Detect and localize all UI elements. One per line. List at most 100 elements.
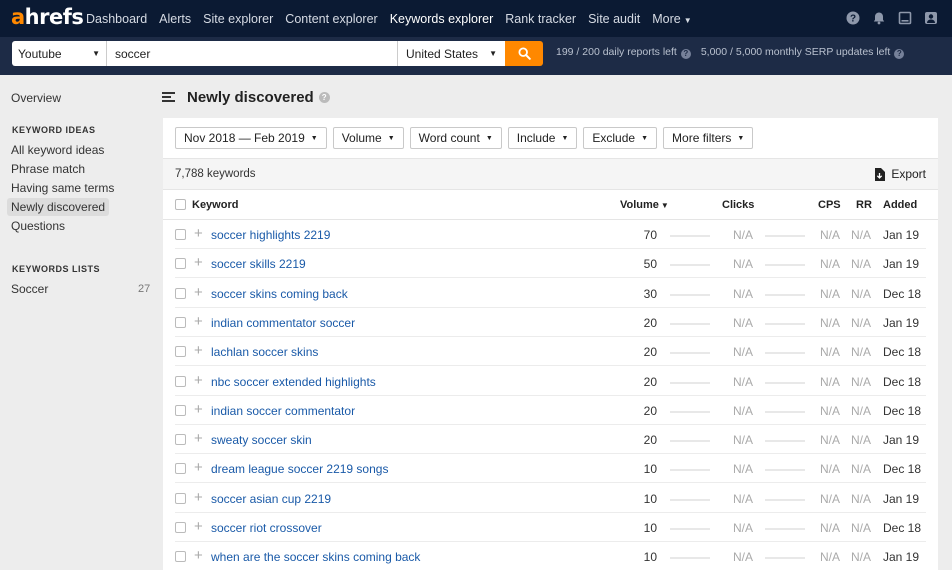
nav-item-content-explorer[interactable]: Content explorer [285, 12, 377, 26]
nav-item-site-explorer[interactable]: Site explorer [203, 12, 273, 26]
table-row: + indian soccer commentator 20 N/A N/A N/A Dec… [163, 396, 938, 425]
clicks-bar [765, 322, 805, 325]
menu-icon[interactable] [162, 92, 175, 102]
nav-item-more[interactable]: More ▼ [652, 12, 691, 26]
add-to-list-icon[interactable]: + [194, 431, 203, 446]
row-checkbox[interactable] [175, 551, 186, 563]
keyword-link[interactable]: when are the soccer skins coming back [211, 550, 420, 564]
help-icon[interactable]: ? [846, 11, 860, 25]
sidebar-item-phrase-match[interactable]: Phrase match [11, 162, 85, 176]
rr-value: N/A [851, 257, 872, 272]
row-checkbox[interactable] [175, 258, 186, 270]
monitor-icon[interactable] [898, 11, 912, 25]
column-added[interactable]: Added [883, 199, 917, 211]
volume-value: 30 [643, 286, 657, 301]
keyword-link[interactable]: sweaty soccer skin [211, 433, 312, 447]
exclude-filter[interactable]: Exclude ▼ [583, 127, 658, 149]
rr-value: N/A [851, 286, 872, 301]
keyword-link[interactable]: dream league soccer 2219 songs [211, 462, 388, 476]
row-checkbox[interactable] [175, 375, 186, 387]
search-mode-select[interactable]: Youtube ▼ [12, 41, 106, 66]
search-button[interactable] [505, 41, 543, 66]
keyword-link[interactable]: soccer skills 2219 [211, 257, 306, 271]
select-all-checkbox[interactable] [175, 199, 186, 210]
keyword-link[interactable]: nbc soccer extended highlights [211, 375, 376, 389]
add-to-list-icon[interactable]: + [194, 373, 203, 388]
sidebar-item-having-same-terms[interactable]: Having same terms [11, 181, 114, 195]
more-filters-button[interactable]: More filters ▼ [663, 127, 754, 149]
volume-filter[interactable]: Volume ▼ [332, 127, 404, 149]
nav-item-label: Site explorer [203, 11, 274, 26]
row-checkbox[interactable] [175, 463, 186, 475]
sidebar-item-questions[interactable]: Questions [11, 219, 65, 233]
include-filter[interactable]: Include ▼ [507, 127, 578, 149]
rr-value: N/A [851, 403, 872, 418]
row-checkbox[interactable] [175, 522, 186, 533]
add-to-list-icon[interactable]: + [194, 255, 203, 270]
clicks-bar [765, 440, 805, 443]
sidebar-item-overview[interactable]: Overview [11, 91, 61, 105]
help-icon[interactable]: ? [680, 49, 691, 59]
country-select[interactable]: United States ▼ [397, 41, 505, 66]
sidebar-item-list-soccer[interactable]: Soccer [11, 282, 48, 296]
add-to-list-icon[interactable]: + [194, 285, 203, 300]
keyword-link[interactable]: soccer riot crossover [211, 521, 322, 535]
keyword-link[interactable]: soccer skins coming back [211, 287, 348, 301]
table-row: + soccer highlights 2219 70 N/A N/A N/A Jan 19 [163, 220, 938, 249]
nav-item-keywords-explorer[interactable]: Keywords explorer [390, 12, 494, 26]
column-volume[interactable]: Volume ▼ [620, 199, 669, 211]
keyword-link[interactable]: lachlan soccer skins [211, 345, 318, 359]
column-keyword[interactable]: Keyword [192, 199, 238, 211]
sidebar-item-all-keyword-ideas[interactable]: All keyword ideas [11, 143, 104, 157]
row-checkbox[interactable] [175, 434, 186, 446]
add-to-list-icon[interactable]: + [194, 343, 203, 358]
rr-value: N/A [851, 491, 872, 506]
clicks-value: N/A [733, 521, 754, 535]
keyword-link[interactable]: indian commentator soccer [211, 316, 355, 330]
nav-item-dashboard[interactable]: Dashboard [86, 12, 147, 26]
country-value: United States [406, 46, 479, 61]
column-clicks[interactable]: Clicks [722, 199, 754, 211]
row-checkbox[interactable] [175, 229, 186, 240]
row-checkbox[interactable] [175, 492, 186, 504]
row-checkbox[interactable] [175, 404, 186, 416]
column-cps[interactable]: CPS [818, 199, 841, 211]
add-to-list-icon[interactable]: + [194, 460, 203, 475]
table-row: + dream league soccer 2219 songs 10 N/A N/A N… [163, 454, 938, 484]
help-icon[interactable]: ? [894, 49, 905, 59]
keyword-link[interactable]: soccer asian cup 2219 [211, 492, 331, 506]
account-icon[interactable] [924, 11, 938, 25]
bell-icon[interactable] [872, 11, 886, 25]
keyword-link[interactable]: indian soccer commentator [211, 404, 355, 418]
row-checkbox[interactable] [175, 346, 186, 358]
sidebar: Overview KEYWORD IDEAS All keyword ideas… [0, 75, 160, 570]
date-range-filter[interactable]: Nov 2018 — Feb 2019 ▼ [175, 127, 327, 149]
cps-value: N/A [820, 462, 841, 477]
export-button[interactable]: Export [874, 167, 926, 181]
caret-down-icon: ▼ [489, 49, 497, 58]
help-icon[interactable]: ? [318, 91, 330, 103]
column-rr[interactable]: RR [856, 199, 872, 211]
row-checkbox[interactable] [175, 316, 186, 328]
nav-item-label: Dashboard [86, 11, 148, 26]
sidebar-item-newly-discovered[interactable]: Newly discovered [7, 198, 110, 216]
add-to-list-icon[interactable]: + [194, 226, 203, 241]
clicks-bar [765, 293, 805, 296]
add-to-list-icon[interactable]: + [194, 548, 203, 563]
keyword-search-input[interactable] [106, 41, 397, 66]
add-to-list-icon[interactable]: + [194, 490, 203, 505]
nav-item-rank-tracker[interactable]: Rank tracker [505, 12, 576, 26]
add-to-list-icon[interactable]: + [194, 519, 203, 534]
row-checkbox[interactable] [175, 287, 186, 299]
nav-item-site-audit[interactable]: Site audit [588, 12, 640, 26]
keyword-link[interactable]: soccer highlights 2219 [211, 228, 330, 242]
word-count-filter[interactable]: Word count ▼ [409, 127, 502, 149]
add-to-list-icon[interactable]: + [194, 314, 203, 329]
table-row: + sweaty soccer skin 20 N/A N/A N/A Jan 19 [163, 425, 938, 455]
cps-value: N/A [820, 403, 841, 418]
table-header: Keyword Volume ▼ Clicks CPS RR Added [163, 190, 938, 220]
add-to-list-icon[interactable]: + [194, 402, 203, 417]
cps-value: N/A [820, 286, 841, 301]
nav-item-alerts[interactable]: Alerts [159, 12, 191, 26]
ahrefs-logo[interactable]: ahrefs [11, 5, 84, 29]
